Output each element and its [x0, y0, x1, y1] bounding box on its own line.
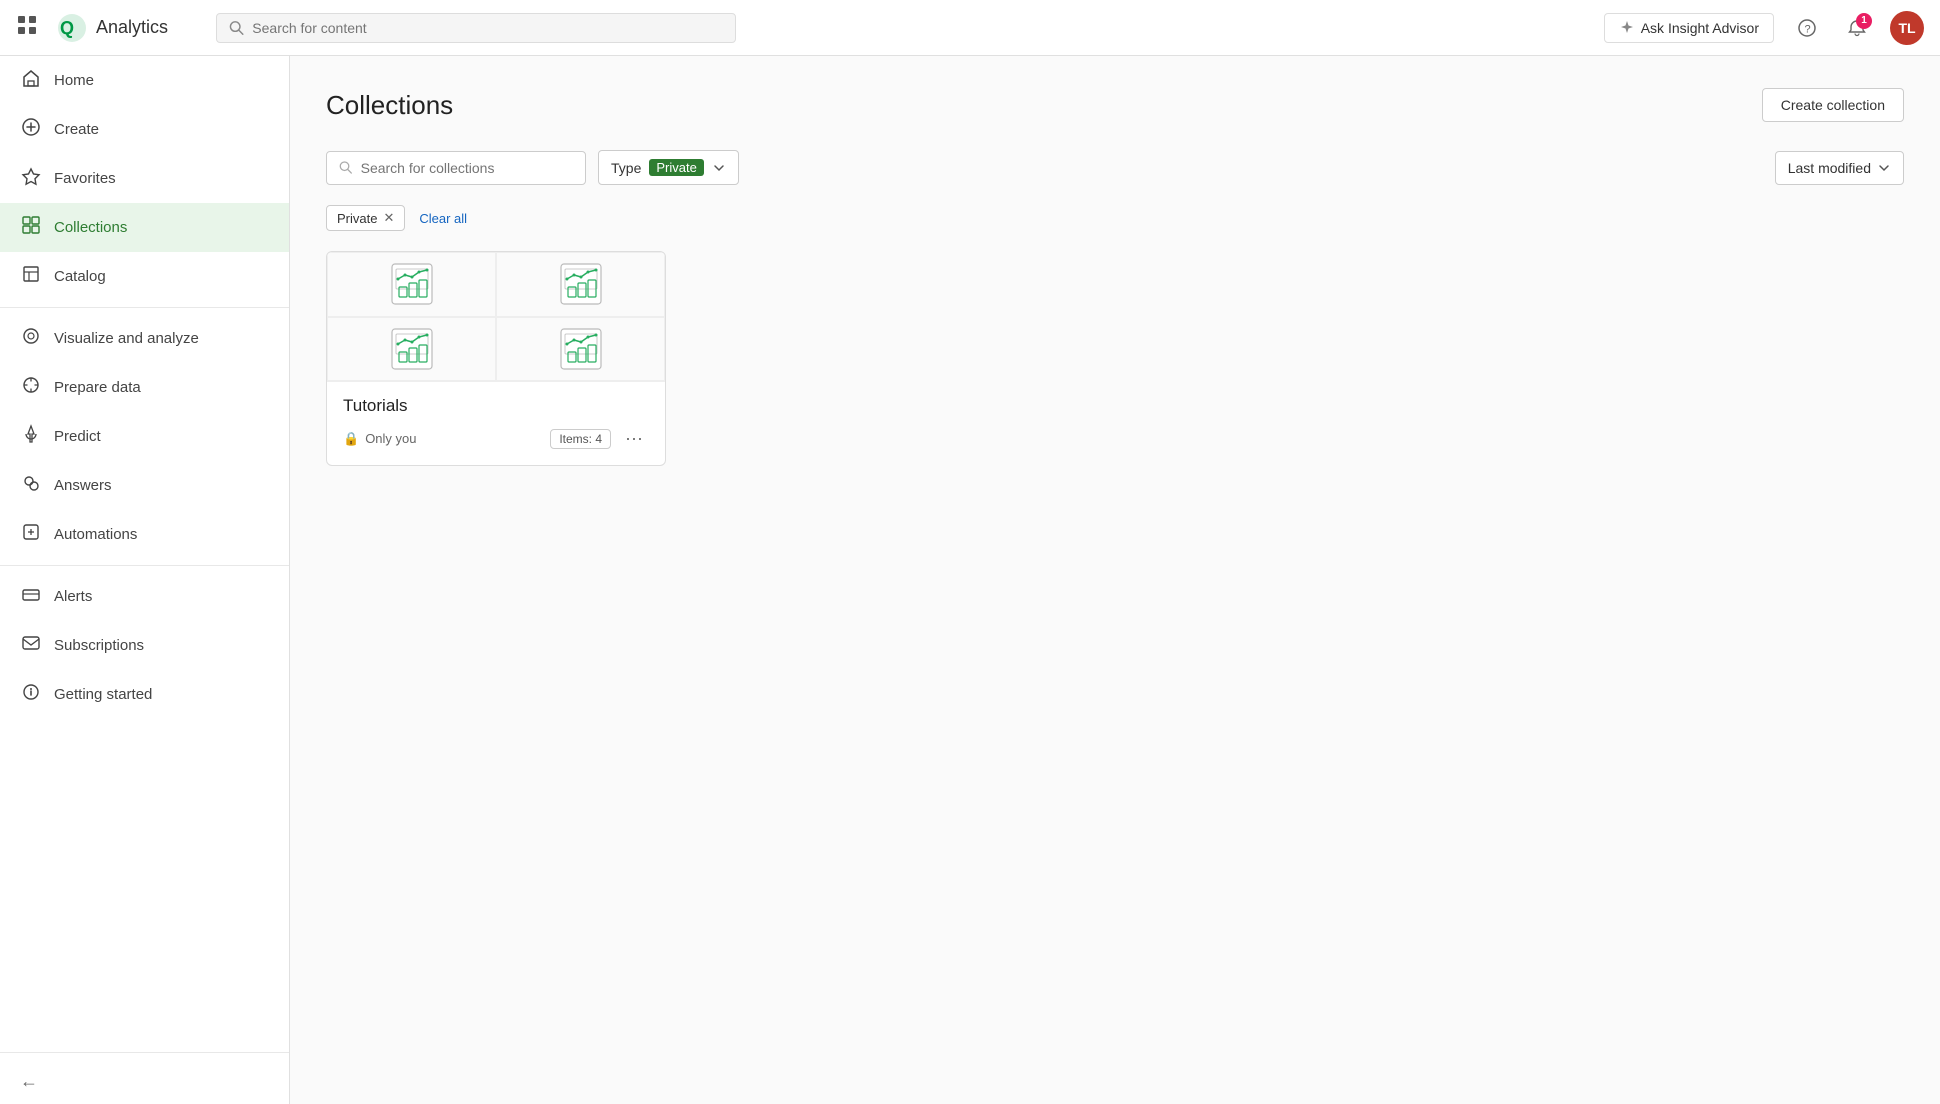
more-options-button[interactable]: ··· — [619, 426, 649, 451]
global-search-box[interactable] — [216, 13, 736, 43]
collection-card-tutorials[interactable]: Tutorials 🔒 Only you Items: 4 ··· — [326, 251, 666, 466]
subscriptions-icon — [20, 633, 42, 658]
app-name-label: Analytics — [96, 17, 168, 38]
home-icon — [20, 68, 42, 93]
card-owner-label: Only you — [365, 431, 416, 446]
card-thumbnail — [496, 317, 665, 382]
sidebar-item-answers[interactable]: Answers — [0, 461, 289, 510]
global-search-input[interactable] — [252, 20, 723, 36]
search-icon — [229, 20, 244, 36]
sidebar-item-home[interactable]: Home — [0, 56, 289, 105]
answers-icon — [20, 473, 42, 498]
sidebar-item-collections[interactable]: Collections — [0, 203, 289, 252]
active-filters-row: Private ✕ Clear all — [326, 205, 1904, 231]
sidebar-item-subscriptions[interactable]: Subscriptions — [0, 621, 289, 670]
sidebar-item-automations[interactable]: Automations — [0, 510, 289, 559]
grid-menu-icon[interactable] — [16, 14, 38, 42]
collections-search-icon — [339, 160, 353, 175]
page-title: Collections — [326, 90, 453, 121]
notifications-button[interactable]: 1 — [1840, 11, 1874, 45]
insight-advisor-label: Ask Insight Advisor — [1641, 20, 1759, 36]
card-body: Tutorials 🔒 Only you Items: 4 ··· — [327, 382, 665, 465]
page-header: Collections Create collection — [326, 88, 1904, 122]
sidebar-item-catalog[interactable]: Catalog — [0, 252, 289, 301]
help-button[interactable]: ? — [1790, 11, 1824, 45]
card-owner: 🔒 Only you — [343, 431, 417, 447]
catalog-icon — [20, 264, 42, 289]
favorites-icon — [20, 166, 42, 191]
create-icon — [20, 117, 42, 142]
items-badge: Items: 4 — [550, 429, 611, 449]
predict-icon — [20, 424, 42, 449]
main-content: Collections Create collection Type Priva… — [290, 56, 1940, 1104]
avatar[interactable]: TL — [1890, 11, 1924, 45]
sidebar-label-favorites: Favorites — [54, 170, 116, 187]
sidebar-label-home: Home — [54, 72, 94, 89]
card-meta: Items: 4 ··· — [550, 426, 649, 451]
sparkle-icon — [1619, 20, 1635, 36]
topnav-right-area: Ask Insight Advisor ? 1 TL — [1604, 11, 1924, 45]
last-modified-dropdown[interactable]: Last modified — [1775, 151, 1904, 185]
svg-text:Q: Q — [60, 18, 74, 38]
notification-badge: 1 — [1856, 13, 1872, 29]
sidebar-label-predict: Predict — [54, 428, 101, 445]
sidebar-item-predict[interactable]: Predict — [0, 412, 289, 461]
card-thumbnail — [327, 317, 496, 382]
sidebar-item-alerts[interactable]: Alerts — [0, 572, 289, 621]
card-footer: 🔒 Only you Items: 4 ··· — [343, 426, 649, 451]
sidebar-item-create[interactable]: Create — [0, 105, 289, 154]
last-modified-label: Last modified — [1788, 160, 1871, 176]
sidebar-label-automations: Automations — [54, 526, 137, 543]
sidebar-item-visualize[interactable]: Visualize and analyze — [0, 314, 289, 363]
sidebar-label-alerts: Alerts — [54, 588, 92, 605]
getting-started-icon — [20, 682, 42, 707]
sidebar-item-favorites[interactable]: Favorites — [0, 154, 289, 203]
collections-search-input[interactable] — [361, 160, 573, 176]
visualize-icon — [20, 326, 42, 351]
create-collection-button[interactable]: Create collection — [1762, 88, 1904, 122]
alerts-icon — [20, 584, 42, 609]
sidebar-label-create: Create — [54, 121, 99, 138]
sidebar-label-getting-started: Getting started — [54, 686, 152, 703]
prepare-icon — [20, 375, 42, 400]
remove-private-filter-icon[interactable]: ✕ — [383, 210, 394, 226]
private-filter-chip[interactable]: Private ✕ — [326, 205, 405, 231]
sidebar-label-subscriptions: Subscriptions — [54, 637, 144, 654]
chevron-down-icon — [712, 161, 726, 175]
automations-icon — [20, 522, 42, 547]
private-chip-label: Private — [337, 211, 377, 226]
topnav: Q Analytics Ask Insight Advisor ? — [0, 0, 1940, 56]
sidebar-label-answers: Answers — [54, 477, 112, 494]
card-thumbnail — [496, 252, 665, 317]
type-filter-label: Type — [611, 160, 641, 176]
clear-all-button[interactable]: Clear all — [415, 207, 471, 230]
sidebar-item-getting-started[interactable]: Getting started — [0, 670, 289, 719]
insight-advisor-button[interactable]: Ask Insight Advisor — [1604, 13, 1774, 43]
sidebar-label-catalog: Catalog — [54, 268, 106, 285]
collections-icon — [20, 215, 42, 240]
filters-row: Type Private Last modified — [326, 150, 1904, 185]
sidebar-label-visualize: Visualize and analyze — [54, 330, 199, 347]
sidebar-collapse-button[interactable]: ← — [0, 1059, 289, 1104]
layout: Home Create Favorites Collections Catalo… — [0, 56, 1940, 1104]
type-filter-value: Private — [649, 159, 703, 176]
card-thumbnails-grid — [327, 252, 665, 382]
last-modified-chevron-icon — [1877, 161, 1891, 175]
sidebar: Home Create Favorites Collections Catalo… — [0, 56, 290, 1104]
collections-grid: Tutorials 🔒 Only you Items: 4 ··· — [326, 251, 1904, 466]
collections-search-box[interactable] — [326, 151, 586, 185]
card-thumbnail — [327, 252, 496, 317]
sidebar-label-prepare: Prepare data — [54, 379, 141, 396]
card-title: Tutorials — [343, 396, 649, 416]
sidebar-bottom: ← — [0, 1046, 289, 1104]
svg-text:?: ? — [1805, 23, 1811, 35]
sidebar-item-prepare[interactable]: Prepare data — [0, 363, 289, 412]
type-filter-dropdown[interactable]: Type Private — [598, 150, 739, 185]
qlik-logo-area[interactable]: Q Analytics — [54, 10, 168, 46]
lock-icon: 🔒 — [343, 431, 359, 447]
sidebar-label-collections: Collections — [54, 219, 127, 236]
